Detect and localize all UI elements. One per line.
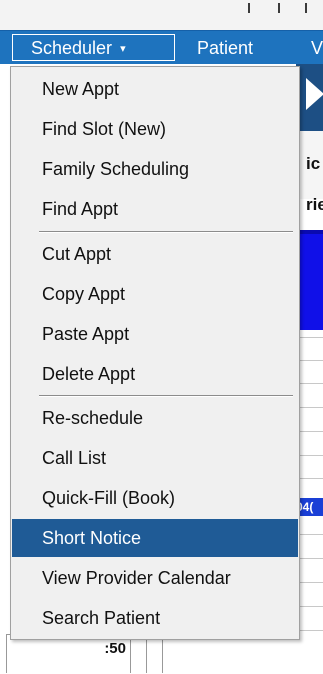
grid-line (296, 407, 323, 408)
menu-item-paste-appt[interactable]: Paste Appt (12, 315, 298, 353)
menu-item-cut-appt[interactable]: Cut Appt (12, 235, 298, 273)
menu-item-family-scheduling[interactable]: Family Scheduling (12, 150, 298, 188)
menu-item-find-slot[interactable]: Find Slot (New) (12, 110, 298, 148)
caret-down-icon: ▾ (120, 43, 126, 55)
scheduler-menu[interactable]: Scheduler ▾ (12, 34, 175, 61)
menu-item-view-provider-calendar[interactable]: View Provider Calendar (12, 559, 298, 597)
menu-item-quick-fill[interactable]: Quick-Fill (Book) (12, 479, 298, 517)
menu-item-new-appt[interactable]: New Appt (12, 70, 298, 108)
menu-separator (39, 231, 293, 233)
grid-line (296, 558, 323, 559)
grid-line (296, 478, 323, 479)
menu-item-call-list[interactable]: Call List (12, 439, 298, 477)
schedule-cell[interactable]: 04( (296, 498, 323, 516)
title-strip (0, 0, 323, 30)
grid-line (296, 383, 323, 384)
grid-line (296, 360, 323, 361)
menu-item-short-notice[interactable]: Short Notice (12, 519, 298, 557)
strip-mark (278, 3, 280, 13)
grid-line (296, 337, 323, 338)
grid-line (296, 606, 323, 607)
play-icon[interactable] (306, 78, 323, 110)
menu-separator (39, 395, 293, 397)
scheduler-menu-label: Scheduler (31, 38, 113, 58)
partial-header-text: ic (306, 154, 321, 173)
appointment-block[interactable] (296, 230, 323, 330)
menu-item-search-patient[interactable]: Search Patient (12, 599, 298, 637)
partial-header-text-b: rie (306, 195, 323, 214)
strip-mark (248, 3, 250, 13)
scheduler-dropdown-menu: New Appt Find Slot (New) Family Scheduli… (10, 66, 300, 640)
menu-item-copy-appt[interactable]: Copy Appt (12, 275, 298, 313)
patient-menu[interactable]: Patient (197, 31, 253, 65)
time-slot-label: :50 (104, 640, 126, 657)
menu-item-find-appt[interactable]: Find Appt (12, 190, 298, 228)
grid-line (296, 630, 323, 631)
main-menubar: Scheduler ▾ Patient V (0, 30, 323, 66)
menu-item-partial[interactable]: V (311, 31, 323, 65)
menu-item-delete-appt[interactable]: Delete Appt (12, 355, 298, 393)
grid-line (296, 431, 323, 432)
grid-line (296, 582, 323, 583)
grid-line (296, 455, 323, 456)
grid-line (296, 534, 323, 535)
strip-mark (305, 3, 307, 13)
menu-item-reschedule[interactable]: Re-schedule (12, 399, 298, 437)
